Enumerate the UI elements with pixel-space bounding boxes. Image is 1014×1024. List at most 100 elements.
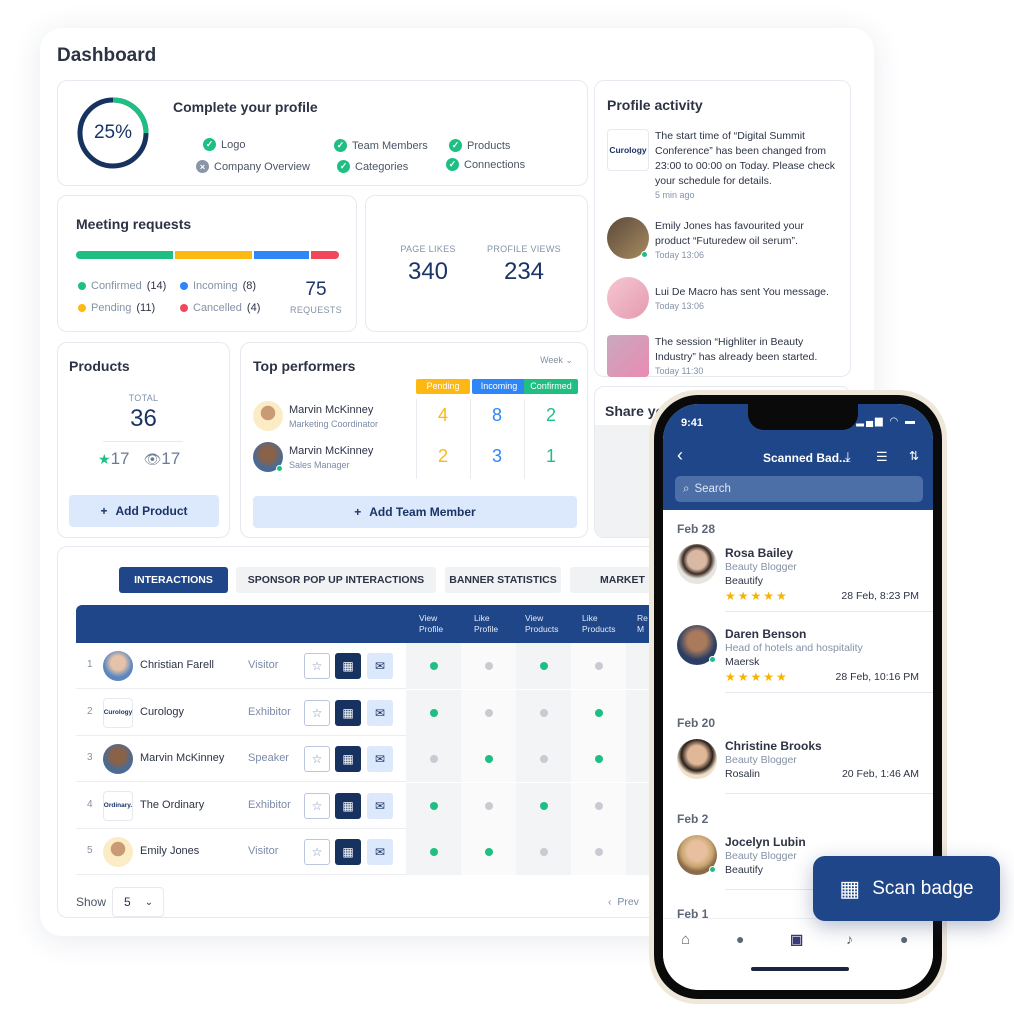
row-name[interactable]: Christian Farell	[140, 659, 214, 671]
complete-profile-title: Complete your profile	[173, 99, 318, 115]
interaction-cell	[571, 689, 626, 736]
inactive-dot	[430, 755, 438, 763]
check-icon: ✓	[203, 138, 216, 151]
show-label: Show	[76, 895, 107, 909]
favorite-button[interactable]: ☆	[304, 653, 330, 679]
download-icon[interactable]: ⤓	[845, 449, 851, 465]
table-row[interactable]: 2 Curology Curology Exhibitor ☆ ▦ ✉	[76, 689, 681, 736]
interaction-cell	[461, 782, 516, 829]
message-button[interactable]: ✉	[367, 746, 393, 772]
tab-banner-statistics[interactable]: BANNER STATISTICS	[445, 567, 561, 593]
message-button[interactable]: ✉	[367, 839, 393, 865]
legend-incoming: Incoming (8)	[180, 280, 256, 292]
row-number: 3	[87, 752, 93, 763]
page-size-select[interactable]: 5 ⌄	[112, 887, 164, 917]
favorite-button[interactable]: ☆	[304, 699, 330, 726]
row-number: 5	[87, 845, 93, 856]
chat-icon[interactable]: ●	[736, 931, 744, 947]
schedule-meeting-button[interactable]: ▦	[335, 839, 361, 865]
activity-time: Today 11:30	[655, 366, 704, 376]
home-icon[interactable]: ⌂	[681, 931, 690, 948]
products-card: Products TOTAL 36 ★17 👁17 + Add Product	[57, 342, 230, 538]
schedule-meeting-button[interactable]: ▦	[335, 653, 361, 679]
prev-page-button[interactable]: ‹ Prev	[608, 896, 639, 908]
row-role: Visitor	[248, 659, 279, 671]
requests-total: 75	[305, 279, 327, 300]
status-icons: ▂▄▆ ◠ ▬	[856, 416, 917, 427]
tab-interactions[interactable]: INTERACTIONS	[119, 567, 228, 593]
top-performers-card: Top performers Week ⌄ Pending Incoming C…	[240, 342, 588, 538]
table-row[interactable]: 4 Ordinary. The Ordinary Exhibitor ☆ ▦ ✉	[76, 782, 681, 829]
inactive-dot	[485, 708, 493, 717]
pending-header: Pending	[416, 379, 470, 394]
curology-logo: Curology	[607, 129, 649, 171]
interaction-cell	[461, 643, 516, 689]
date-section: Feb 2	[677, 812, 709, 826]
user-avatar	[103, 651, 133, 681]
online-indicator	[641, 251, 648, 258]
row-name[interactable]: Marvin McKinney	[140, 752, 224, 764]
row-role: Visitor	[248, 845, 279, 857]
sort-icon[interactable]: ⇅	[909, 449, 919, 463]
contact-avatar	[677, 739, 717, 779]
row-name[interactable]: Curology	[140, 706, 184, 718]
profile-activity-title: Profile activity	[607, 97, 703, 113]
checklist-item: ✓ Team Members	[334, 139, 428, 152]
star-icon: ★	[98, 451, 111, 467]
tab-sponsor-pop-up[interactable]: SPONSOR POP UP INTERACTIONS	[236, 567, 436, 593]
performer-role: Marketing Coordinator	[289, 419, 379, 429]
period-dropdown[interactable]: Week ⌄	[540, 355, 573, 366]
message-button[interactable]: ✉	[367, 792, 393, 819]
favorite-button[interactable]: ☆	[304, 792, 330, 819]
row-name[interactable]: The Ordinary	[140, 799, 204, 811]
divider	[725, 611, 933, 612]
interaction-cell	[516, 829, 571, 875]
favorite-button[interactable]: ☆	[304, 746, 330, 772]
contact-item[interactable]: Daren Benson Head of hotels and hospital…	[663, 625, 933, 703]
divider	[416, 399, 417, 479]
row-name[interactable]: Emily Jones	[140, 845, 199, 857]
table-header: View Profile Like Profile View Products …	[76, 605, 656, 643]
confirmed-count: 1	[545, 446, 556, 466]
pending-count: 4	[437, 405, 448, 425]
interaction-cell	[406, 643, 461, 689]
inactive-dot	[595, 662, 603, 670]
active-dot	[485, 755, 493, 763]
qr-code-icon[interactable]: ▣	[790, 931, 803, 948]
schedule-meeting-button[interactable]: ▦	[335, 746, 361, 772]
interaction-cell	[571, 829, 626, 875]
company-logo: Ordinary.	[103, 790, 133, 821]
add-team-member-button[interactable]: + Add Team Member	[253, 496, 577, 528]
message-button[interactable]: ✉	[367, 699, 393, 726]
company-logo: Curology	[103, 697, 133, 728]
pending-dot	[78, 304, 86, 312]
plus-icon: +	[354, 505, 362, 519]
add-product-button[interactable]: + Add Product	[69, 495, 219, 527]
table-row[interactable]: 5 Emily Jones Visitor ☆ ▦ ✉	[76, 829, 681, 875]
table-row[interactable]: 3 Marvin McKinney Speaker ☆ ▦ ✉	[76, 736, 681, 782]
active-dot	[540, 662, 548, 670]
filter-icon[interactable]: ☰	[876, 449, 888, 465]
back-button[interactable]: ‹	[677, 445, 683, 466]
favorite-button[interactable]: ☆	[304, 839, 330, 865]
bell-icon[interactable]: ♪	[846, 931, 853, 947]
scan-badge-button[interactable]: ▦ Scan badge	[813, 856, 1000, 921]
schedule-meeting-button[interactable]: ▦	[335, 699, 361, 726]
divider	[524, 399, 525, 479]
search-input[interactable]: ⌕ Search	[675, 476, 923, 502]
inactive-dot	[485, 662, 493, 670]
schedule-meeting-button[interactable]: ▦	[335, 792, 361, 819]
activity-time: Today 13:06	[655, 301, 705, 311]
interaction-cell	[571, 782, 626, 829]
profile-icon[interactable]: ●	[900, 931, 908, 947]
contact-item[interactable]: Christine Brooks Beauty Blogger Rosalin …	[663, 739, 933, 801]
table-row[interactable]: 1 Christian Farell Visitor ☆ ▦ ✉	[76, 643, 681, 689]
bar-segment-pending	[175, 251, 252, 259]
check-icon: ✓	[334, 139, 347, 152]
contact-item[interactable]: Rosa Bailey Beauty Blogger Beautify ★★★★…	[663, 544, 933, 622]
checklist-item: ✓ Categories	[337, 160, 408, 173]
performer-name: Marvin McKinney	[289, 404, 374, 416]
incoming-count: 3	[491, 446, 502, 466]
inactive-dot	[540, 708, 548, 717]
message-button[interactable]: ✉	[367, 653, 393, 679]
